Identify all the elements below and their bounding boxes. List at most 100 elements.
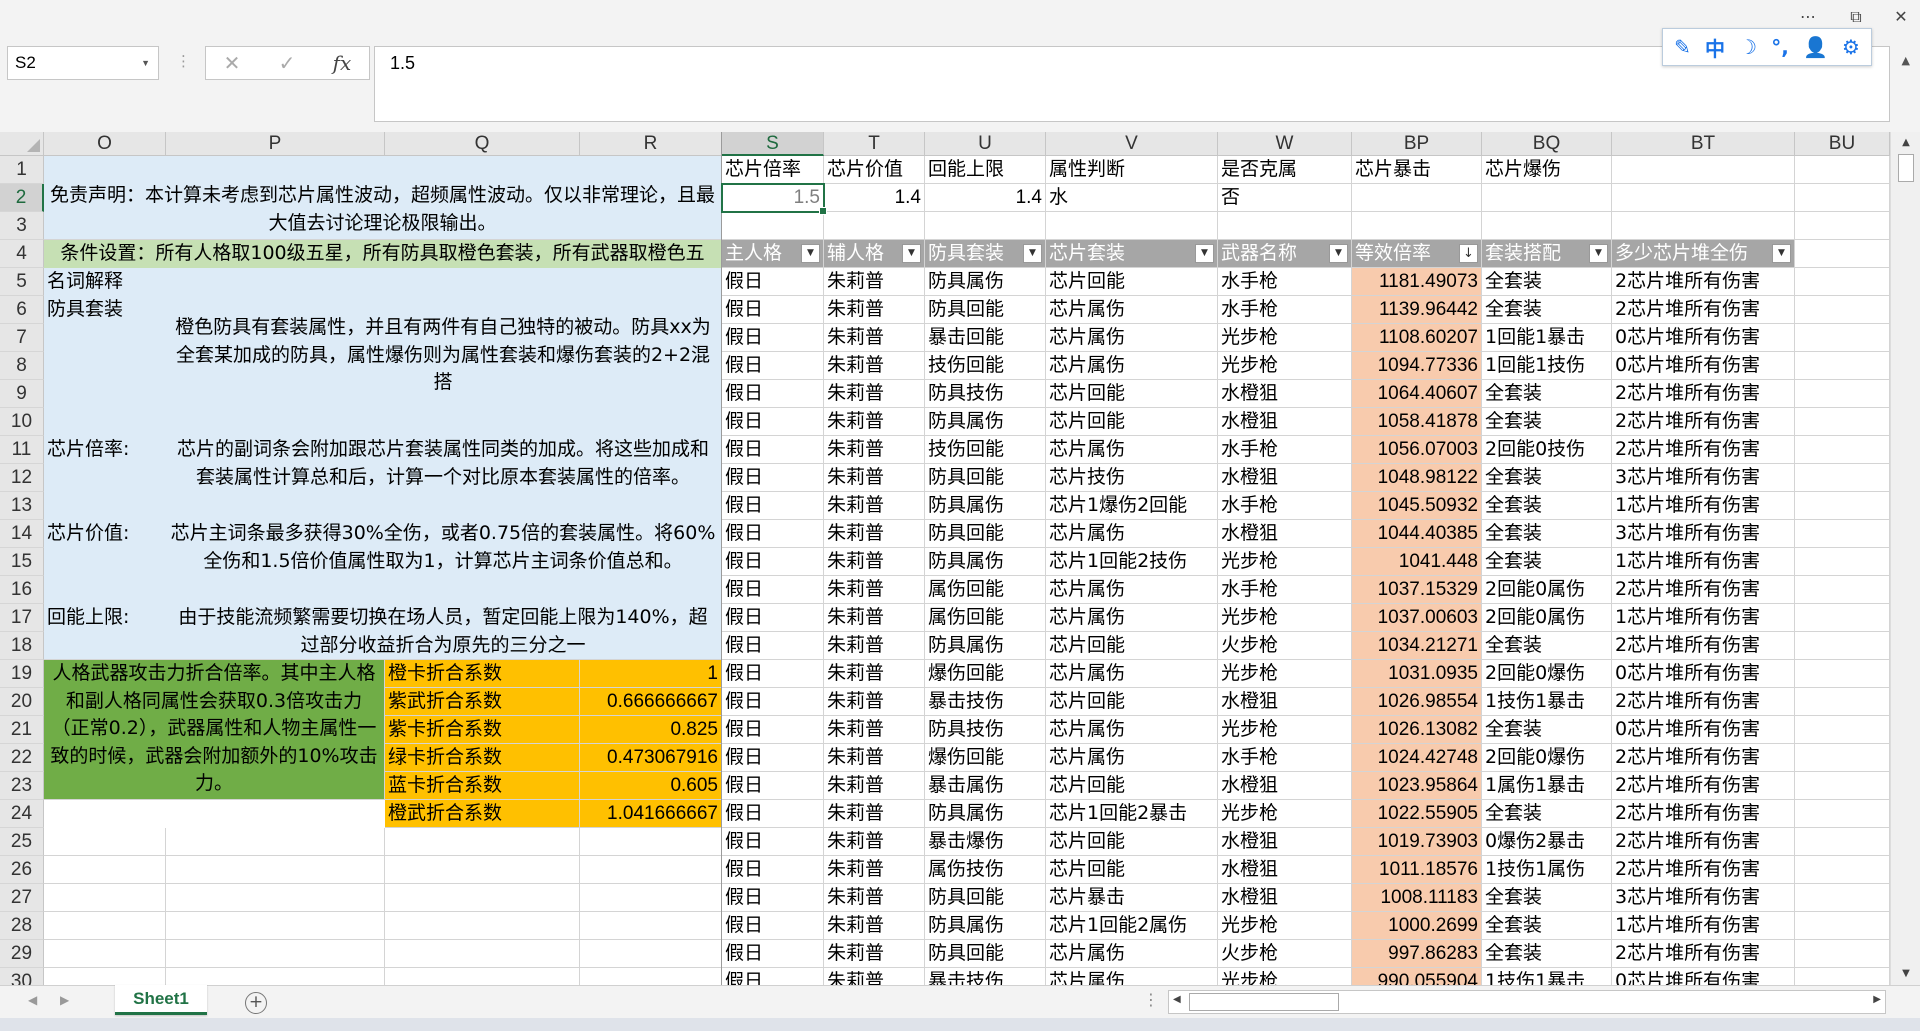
row-header[interactable]: 6: [0, 296, 44, 324]
table-cell[interactable]: 1回能1技伤: [1482, 352, 1612, 380]
table-cell[interactable]: 1022.55905: [1352, 800, 1482, 828]
table-cell[interactable]: 全套装: [1482, 912, 1612, 940]
table-cell[interactable]: 全套装: [1482, 632, 1612, 660]
row-header[interactable]: 15: [0, 548, 44, 576]
coefficient-value[interactable]: 0.473067916: [580, 744, 722, 772]
table-cell[interactable]: 朱莉普: [824, 772, 925, 800]
table-cell[interactable]: 暴击回能: [925, 324, 1046, 352]
table-cell[interactable]: 朱莉普: [824, 408, 925, 436]
table-cell[interactable]: 技伤回能: [925, 352, 1046, 380]
table-cell[interactable]: 假日: [722, 772, 824, 800]
coefficient-value[interactable]: 0.666666667: [580, 688, 722, 716]
table-cell[interactable]: 光步枪: [1218, 800, 1352, 828]
table-cell[interactable]: 朱莉普: [824, 856, 925, 884]
vertical-scrollbar[interactable]: ▲ ▼: [1890, 132, 1920, 985]
column-header[interactable]: U: [925, 132, 1046, 156]
table-cell[interactable]: 朱莉普: [824, 968, 925, 985]
table-cell[interactable]: 朱莉普: [824, 268, 925, 296]
table-cell[interactable]: 假日: [722, 828, 824, 856]
empty-cell[interactable]: [824, 212, 925, 240]
table-cell[interactable]: 0芯片堆所有伤害: [1612, 352, 1795, 380]
table-cell[interactable]: 1技伤1暴击: [1482, 968, 1612, 985]
table-cell[interactable]: 全套装: [1482, 268, 1612, 296]
empty-cell[interactable]: [1352, 212, 1482, 240]
table-cell[interactable]: 朱莉普: [824, 744, 925, 772]
empty-cell[interactable]: [1795, 464, 1890, 492]
table-cell[interactable]: 0爆伤2暴击: [1482, 828, 1612, 856]
table-cell[interactable]: 光步枪: [1218, 716, 1352, 744]
table-cell[interactable]: 防具技伤: [925, 716, 1046, 744]
empty-cell[interactable]: [1795, 352, 1890, 380]
empty-cell[interactable]: [1795, 632, 1890, 660]
table-cell[interactable]: 防具属伤: [925, 800, 1046, 828]
table-cell[interactable]: 3芯片堆所有伤害: [1612, 464, 1795, 492]
table-cell[interactable]: 防具回能: [925, 884, 1046, 912]
table-cell[interactable]: 2回能0爆伤: [1482, 744, 1612, 772]
table-cell[interactable]: 1031.0935: [1352, 660, 1482, 688]
next-sheet-icon[interactable]: ▶: [60, 993, 69, 1007]
table-header[interactable]: 主人格 ▼: [722, 240, 824, 268]
add-sheet-icon[interactable]: +: [245, 992, 267, 1014]
table-cell[interactable]: 全套装: [1482, 492, 1612, 520]
table-cell[interactable]: 水橙狙: [1218, 828, 1352, 856]
coefficient-label[interactable]: 橙武折合系数: [385, 800, 580, 828]
table-cell[interactable]: 芯片回能: [1046, 268, 1218, 296]
empty-cell[interactable]: [44, 828, 166, 856]
table-cell[interactable]: 朱莉普: [824, 576, 925, 604]
row-header[interactable]: 1: [0, 156, 44, 184]
row-header[interactable]: 17: [0, 604, 44, 632]
worksheet-grid[interactable]: O P Q R S T U V W BP BQ BT BU 1 2 3 4 5 6 7 8 9 10 11 12 13 14 15 16…: [0, 132, 1890, 985]
prev-sheet-icon[interactable]: ◀: [28, 993, 37, 1007]
empty-cell[interactable]: [580, 940, 722, 968]
row-header[interactable]: 10: [0, 408, 44, 436]
table-header[interactable]: 套装搭配 ▼: [1482, 240, 1612, 268]
scroll-right-icon[interactable]: ▶: [1873, 994, 1881, 1005]
row-header[interactable]: 22: [0, 744, 44, 772]
table-cell[interactable]: 水橙狙: [1218, 884, 1352, 912]
param-header[interactable]: 是否克属: [1218, 156, 1352, 184]
empty-cell[interactable]: [44, 940, 166, 968]
table-cell[interactable]: 1108.60207: [1352, 324, 1482, 352]
row-header[interactable]: 8: [0, 352, 44, 380]
row-header[interactable]: 7: [0, 324, 44, 352]
table-cell[interactable]: 朱莉普: [824, 464, 925, 492]
row-header[interactable]: 20: [0, 688, 44, 716]
table-cell[interactable]: 假日: [722, 856, 824, 884]
column-header[interactable]: BU: [1795, 132, 1890, 156]
table-cell[interactable]: 1026.13082: [1352, 716, 1482, 744]
table-cell[interactable]: 1041.448: [1352, 548, 1482, 576]
empty-cell[interactable]: [166, 856, 385, 884]
empty-cell[interactable]: [1612, 212, 1795, 240]
empty-cell[interactable]: [1795, 408, 1890, 436]
table-cell[interactable]: 芯片属伤: [1046, 940, 1218, 968]
empty-cell[interactable]: [722, 212, 824, 240]
table-cell[interactable]: 芯片1回能2技伤: [1046, 548, 1218, 576]
table-header[interactable]: 防具套装 ▼: [925, 240, 1046, 268]
param-value[interactable]: [1482, 184, 1612, 212]
row-header[interactable]: 26: [0, 856, 44, 884]
coefficient-value[interactable]: 0.605: [580, 772, 722, 800]
table-cell[interactable]: 全套装: [1482, 464, 1612, 492]
empty-cell[interactable]: [385, 828, 580, 856]
table-cell[interactable]: 1094.77336: [1352, 352, 1482, 380]
param-header[interactable]: 属性判断: [1046, 156, 1218, 184]
table-cell[interactable]: 芯片属伤: [1046, 296, 1218, 324]
coefficient-label[interactable]: 绿卡折合系数: [385, 744, 580, 772]
table-cell[interactable]: 1048.98122: [1352, 464, 1482, 492]
empty-cell[interactable]: [166, 884, 385, 912]
pen-icon[interactable]: ✎: [1674, 35, 1691, 59]
sort-desc-filter-icon[interactable]: ↓: [1459, 244, 1478, 263]
table-cell[interactable]: 2回能0属伤: [1482, 576, 1612, 604]
table-cell[interactable]: 假日: [722, 296, 824, 324]
table-cell[interactable]: 暴击技伤: [925, 688, 1046, 716]
table-cell[interactable]: 假日: [722, 744, 824, 772]
table-cell[interactable]: 芯片属伤: [1046, 968, 1218, 985]
cancel-icon[interactable]: ✕: [212, 50, 252, 76]
empty-cell[interactable]: [385, 856, 580, 884]
coefficient-label[interactable]: 紫卡折合系数: [385, 716, 580, 744]
table-cell[interactable]: 朱莉普: [824, 688, 925, 716]
empty-cell[interactable]: [166, 940, 385, 968]
table-cell[interactable]: 芯片属伤: [1046, 660, 1218, 688]
table-cell[interactable]: 全套装: [1482, 296, 1612, 324]
table-cell[interactable]: 朱莉普: [824, 828, 925, 856]
